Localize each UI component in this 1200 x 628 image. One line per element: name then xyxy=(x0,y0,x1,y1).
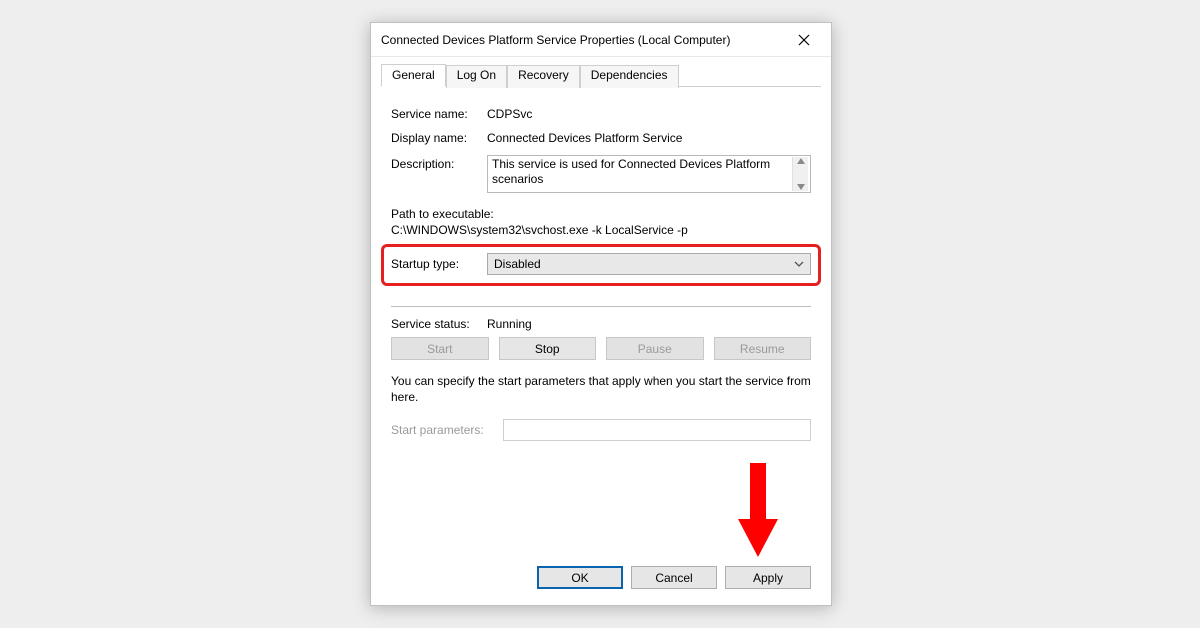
titlebar: Connected Devices Platform Service Prope… xyxy=(371,23,831,57)
separator xyxy=(391,306,811,307)
service-properties-dialog: Connected Devices Platform Service Prope… xyxy=(370,22,832,606)
service-name-label: Service name: xyxy=(391,105,487,121)
cancel-button[interactable]: Cancel xyxy=(631,566,717,589)
description-label: Description: xyxy=(391,155,487,171)
startup-type-value: Disabled xyxy=(494,257,541,271)
chevron-down-icon xyxy=(794,258,804,272)
path-label: Path to executable: xyxy=(391,207,811,223)
description-box[interactable]: This service is used for Connected Devic… xyxy=(487,155,811,193)
scroll-up-icon xyxy=(797,158,805,164)
description-scrollbar[interactable] xyxy=(792,157,808,191)
path-value: C:\WINDOWS\system32\svchost.exe -k Local… xyxy=(391,223,811,239)
dialog-footer: OK Cancel Apply xyxy=(537,566,811,589)
resume-button: Resume xyxy=(714,337,812,360)
start-parameters-hint: You can specify the start parameters tha… xyxy=(391,374,811,405)
start-parameters-input xyxy=(503,419,811,441)
tab-general[interactable]: General xyxy=(381,64,446,87)
general-pane: Service name: CDPSvc Display name: Conne… xyxy=(371,87,831,441)
display-name-value: Connected Devices Platform Service xyxy=(487,129,811,145)
startup-type-label: Startup type: xyxy=(391,257,487,271)
window-title: Connected Devices Platform Service Prope… xyxy=(381,33,787,47)
scroll-down-icon xyxy=(797,184,805,190)
startup-type-highlight: Startup type: Disabled xyxy=(381,244,821,286)
display-name-label: Display name: xyxy=(391,129,487,145)
apply-button[interactable]: Apply xyxy=(725,566,811,589)
tab-strip: General Log On Recovery Dependencies xyxy=(381,63,821,87)
service-status-label: Service status: xyxy=(391,315,487,331)
ok-button[interactable]: OK xyxy=(537,566,623,589)
service-name-value: CDPSvc xyxy=(487,105,811,121)
close-button[interactable] xyxy=(787,26,821,54)
stop-button[interactable]: Stop xyxy=(499,337,597,360)
start-parameters-label: Start parameters: xyxy=(391,423,503,437)
pause-button: Pause xyxy=(606,337,704,360)
tab-log-on[interactable]: Log On xyxy=(446,65,507,88)
close-icon xyxy=(798,34,810,46)
tab-dependencies[interactable]: Dependencies xyxy=(580,65,679,88)
description-text: This service is used for Connected Devic… xyxy=(492,157,792,191)
startup-type-select[interactable]: Disabled xyxy=(487,253,811,275)
service-status-value: Running xyxy=(487,315,811,331)
start-button: Start xyxy=(391,337,489,360)
tab-recovery[interactable]: Recovery xyxy=(507,65,580,88)
